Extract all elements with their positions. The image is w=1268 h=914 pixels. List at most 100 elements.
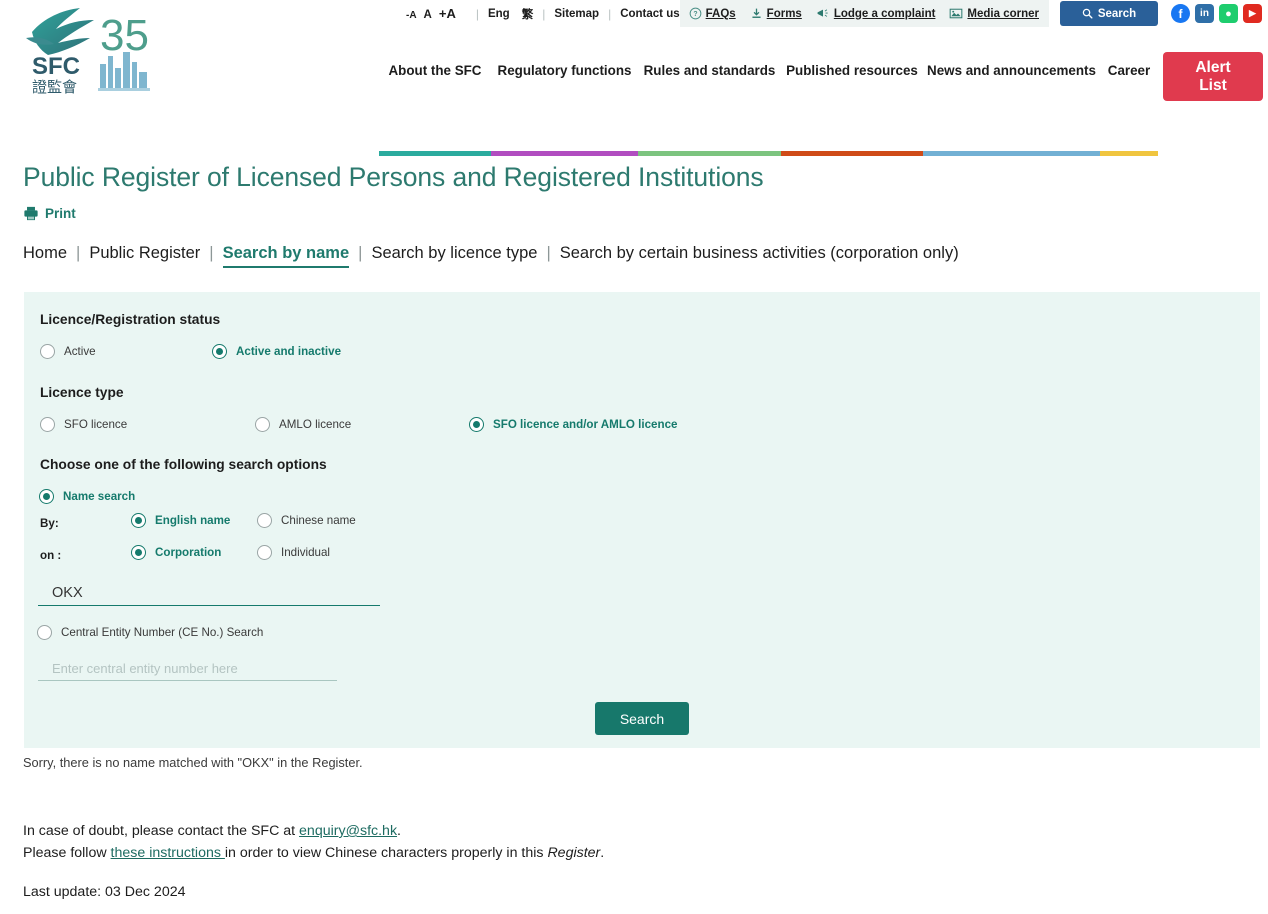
sitemap-link[interactable]: Sitemap [554, 8, 599, 20]
utility-links: -A A +A | Eng 繁 | Sitemap | Contact us [406, 6, 680, 22]
radio-circle[interactable] [131, 513, 146, 528]
font-size-increase[interactable]: +A [439, 6, 456, 21]
radio-circle[interactable] [257, 545, 272, 560]
radio-circle[interactable] [40, 344, 55, 359]
licence-type-title: Licence type [40, 385, 124, 400]
linkedin-icon[interactable]: in [1195, 4, 1214, 23]
facebook-icon[interactable]: f [1171, 4, 1190, 23]
radio-licence-sfo[interactable]: SFO licence [40, 417, 255, 432]
social-links: f in ● ▶ [1171, 4, 1262, 23]
font-size-controls[interactable]: -A A +A [406, 6, 467, 21]
footer-notes: In case of doubt, please contact the SFC… [23, 820, 604, 864]
breadcrumb-item-public-register[interactable]: Public Register [89, 244, 200, 263]
radio-circle[interactable] [469, 417, 484, 432]
youtube-icon[interactable]: ▶ [1243, 4, 1262, 23]
breadcrumb-item-home[interactable]: Home [23, 244, 67, 263]
radio-status-active[interactable]: Active [40, 344, 212, 359]
radio-circle[interactable] [39, 489, 54, 504]
last-update-text: Last update: 03 Dec 2024 [23, 884, 186, 900]
footer-instructions-mid: in order to view Chinese characters prop… [224, 845, 548, 861]
radio-circle[interactable] [257, 513, 272, 528]
radio-label: Active [64, 345, 96, 358]
top-utility-bar: -A A +A | Eng 繁 | Sitemap | Contact us ?… [0, 0, 1268, 27]
radio-licence-amlo[interactable]: AMLO licence [255, 417, 469, 432]
on-options: Corporation Individual [131, 545, 330, 560]
contact-us-link[interactable]: Contact us [620, 8, 679, 20]
font-size-decrease[interactable]: -A [406, 10, 417, 21]
divider: | [542, 6, 546, 21]
image-icon [950, 8, 963, 19]
footer-contact-post: . [397, 823, 401, 839]
breadcrumb-item-search-by-licence-type[interactable]: Search by licence type [371, 244, 537, 263]
main-navigation: About the SFC Regulatory functions Rules… [0, 56, 1268, 156]
radio-individual[interactable]: Individual [257, 545, 330, 560]
these-instructions-link[interactable]: these instructions [111, 845, 225, 861]
print-label: Print [45, 206, 76, 221]
alert-list-button[interactable]: Alert List [1163, 52, 1263, 101]
forms-link[interactable]: Forms [750, 7, 802, 20]
top-search-button[interactable]: Search [1060, 1, 1158, 26]
name-search-input[interactable] [38, 583, 380, 606]
nav-bar-about [379, 151, 491, 156]
radio-english-name[interactable]: English name [131, 513, 257, 528]
radio-circle[interactable] [37, 625, 52, 640]
question-circle-icon: ? [689, 7, 701, 20]
media-corner-label: Media corner [967, 7, 1039, 20]
radio-chinese-name[interactable]: Chinese name [257, 513, 356, 528]
lang-chinese[interactable]: 繁 [522, 6, 534, 22]
wechat-icon[interactable]: ● [1219, 4, 1238, 23]
radio-circle[interactable] [131, 545, 146, 560]
language-switcher[interactable]: Eng 繁 [488, 6, 533, 22]
radio-licence-sfo-and-or-amlo[interactable]: SFO licence and/or AMLO licence [469, 417, 677, 432]
radio-circle[interactable] [212, 344, 227, 359]
faqs-link[interactable]: ? FAQs [689, 7, 736, 20]
ce-number-input[interactable] [38, 659, 337, 681]
breadcrumb-item-search-by-name[interactable]: Search by name [222, 244, 350, 268]
radio-name-search[interactable]: Name search [39, 489, 135, 504]
nav-regulatory-functions[interactable]: Regulatory functions [491, 63, 638, 78]
print-button[interactable]: Print [23, 206, 76, 221]
nav-bar-published [781, 151, 923, 156]
nav-about-the-sfc[interactable]: About the SFC [379, 63, 491, 78]
licence-status-title: Licence/Registration status [40, 312, 221, 327]
radio-label: SFO licence [64, 418, 128, 431]
on-label: on : [40, 549, 62, 562]
radio-circle[interactable] [40, 417, 55, 432]
svg-text:?: ? [693, 11, 697, 18]
by-options: English name Chinese name [131, 513, 356, 528]
radio-label: Corporation [155, 546, 222, 559]
radio-circle[interactable] [255, 417, 270, 432]
enquiry-email-link[interactable]: enquiry@sfc.hk [299, 823, 397, 839]
radio-label: Central Entity Number (CE No.) Search [61, 626, 264, 639]
megaphone-icon [817, 9, 828, 17]
nav-bar-rules [638, 151, 781, 156]
name-search-option: Name search [39, 489, 135, 504]
nav-career[interactable]: Career [1100, 63, 1158, 78]
download-icon [752, 8, 761, 18]
licence-status-options: Active Active and inactive [40, 344, 341, 359]
radio-label: Individual [281, 546, 330, 559]
lang-english[interactable]: Eng [488, 8, 510, 20]
radio-label: Name search [63, 490, 136, 503]
ce-search-option: Central Entity Number (CE No.) Search [37, 625, 263, 640]
lodge-complaint-label: Lodge a complaint [833, 7, 936, 20]
radio-status-active-and-inactive[interactable]: Active and inactive [212, 344, 341, 359]
nav-color-bars [379, 151, 1158, 156]
radio-ce-number-search[interactable]: Central Entity Number (CE No.) Search [37, 625, 263, 640]
search-form-panel: Licence/Registration status Active Activ… [24, 292, 1260, 748]
nav-news-and-announcements[interactable]: News and announcements [923, 63, 1100, 78]
alert-list-line1: Alert [1195, 59, 1231, 77]
faqs-label: FAQs [705, 7, 736, 20]
footer-instructions-post: . [600, 845, 605, 861]
radio-label: Chinese name [281, 514, 356, 527]
font-size-normal[interactable]: A [424, 9, 432, 21]
nav-bar-regulatory [491, 151, 638, 156]
nav-rules-and-standards[interactable]: Rules and standards [638, 63, 781, 78]
radio-corporation[interactable]: Corporation [131, 545, 257, 560]
nav-published-resources[interactable]: Published resources [781, 63, 923, 78]
nav-bar-news [923, 151, 1100, 156]
media-corner-link[interactable]: Media corner [949, 7, 1039, 20]
search-submit-button[interactable]: Search [595, 702, 689, 735]
breadcrumb-item-search-by-business-activities[interactable]: Search by certain business activities (c… [560, 244, 959, 263]
lodge-complaint-link[interactable]: Lodge a complaint [816, 7, 936, 20]
